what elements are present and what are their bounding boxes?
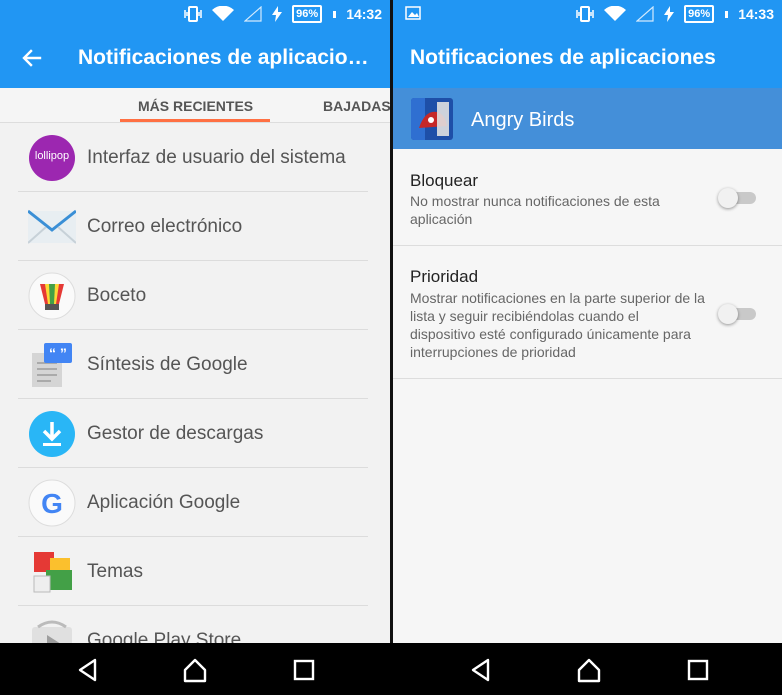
back-nav-button[interactable] <box>75 657 101 683</box>
app-bar: Notificaciones de aplicaciones <box>393 28 782 88</box>
page-title: Notificaciones de aplicaciones <box>410 46 716 69</box>
themes-icon <box>28 548 76 596</box>
setting-title: Prioridad <box>410 267 479 286</box>
triangle-back-icon <box>471 658 490 682</box>
list-item[interactable]: lollipop Interfaz de usuario del sistema <box>0 123 390 192</box>
battery-level: 96% <box>296 8 319 20</box>
google-icon-text: G <box>41 488 63 519</box>
image-notification-icon <box>405 6 421 20</box>
status-bar: 96% 14:33 <box>393 0 782 28</box>
google-icon: G <box>28 479 76 527</box>
app-name: Gestor de descargas <box>87 423 264 444</box>
list-item[interactable]: Google Play Store <box>0 606 390 643</box>
vibrate-icon <box>576 6 594 22</box>
app-list: lollipop Interfaz de usuario del sistema… <box>0 123 390 643</box>
list-item[interactable]: “ ” Síntesis de Google <box>0 330 390 399</box>
app-name: Aplicación Google <box>87 492 241 513</box>
list-item[interactable]: Correo electrónico <box>0 192 390 261</box>
recents-nav-button[interactable] <box>685 657 711 683</box>
battery-indicator: 96% <box>684 5 715 23</box>
back-button[interactable] <box>20 46 44 70</box>
vibrate-icon <box>184 6 202 22</box>
page-title: Notificaciones de aplicacio… <box>78 46 369 69</box>
tab-recent[interactable]: MÁS RECIENTES <box>138 98 253 114</box>
toggle-thumb <box>718 304 738 324</box>
toggle-thumb <box>718 188 738 208</box>
recents-icon <box>687 659 709 681</box>
quote-doc-icon: “ ” <box>28 341 76 389</box>
battery-icon <box>333 10 337 18</box>
status-time: 14:32 <box>346 6 382 22</box>
battery-indicator: 96% <box>292 5 323 23</box>
signal-icon <box>244 6 262 22</box>
app-name: Síntesis de Google <box>87 354 248 375</box>
battery-icon <box>725 10 729 18</box>
setting-description: Mostrar notificaciones en la parte super… <box>410 290 705 360</box>
angry-birds-icon <box>411 98 453 140</box>
signal-icon <box>636 6 654 22</box>
play-store-icon <box>28 617 76 643</box>
sketch-icon <box>28 272 76 320</box>
lollipop-icon-text: lollipop <box>34 150 70 162</box>
home-icon <box>183 658 207 683</box>
app-name: Temas <box>87 561 143 582</box>
home-icon <box>577 658 601 683</box>
app-header: Angry Birds <box>393 88 782 149</box>
setting-title: Bloquear <box>410 171 479 190</box>
app-name: Correo electrónico <box>87 216 243 237</box>
list-item[interactable]: G Aplicación Google <box>0 468 390 537</box>
app-bar: Notificaciones de aplicacio… <box>0 28 390 88</box>
app-name: Google Play Store <box>87 630 242 643</box>
app-name: Interfaz de usuario del sistema <box>87 147 346 168</box>
download-icon <box>28 410 76 458</box>
charging-icon <box>664 6 675 22</box>
tab-indicator <box>120 119 270 122</box>
lollipop-icon: lollipop <box>28 134 76 182</box>
priority-setting[interactable]: Prioridad Mostrar notificaciones en la p… <box>393 246 782 379</box>
home-nav-button[interactable] <box>576 657 602 683</box>
tab-bar: MÁS RECIENTES BAJADAS <box>0 88 390 123</box>
block-toggle[interactable] <box>718 186 758 208</box>
triangle-back-icon <box>78 658 97 682</box>
right-screen: 96% 14:33 Notificaciones de aplicaciones… <box>393 0 782 643</box>
app-name: Angry Birds <box>471 109 575 131</box>
wifi-icon <box>212 6 235 22</box>
home-nav-button[interactable] <box>182 657 208 683</box>
left-screen: 96% 14:32 Notificaciones de aplicacio… M… <box>0 0 390 643</box>
status-bar: 96% 14:32 <box>0 0 390 28</box>
list-item[interactable]: Boceto <box>0 261 390 330</box>
tab-downloaded[interactable]: BAJADAS <box>323 98 390 114</box>
back-nav-button[interactable] <box>468 657 494 683</box>
list-item[interactable]: Temas <box>0 537 390 606</box>
setting-description: No mostrar nunca notificaciones de esta … <box>410 193 660 227</box>
wifi-icon <box>604 6 627 22</box>
arrow-back-icon <box>22 49 42 67</box>
status-time: 14:33 <box>738 6 774 22</box>
navigation-bar <box>0 643 782 695</box>
charging-icon <box>272 6 283 22</box>
email-icon <box>27 203 77 251</box>
battery-level: 96% <box>688 8 711 20</box>
quote-icon-text: “ ” <box>49 345 67 361</box>
priority-toggle[interactable] <box>718 302 758 324</box>
app-name: Boceto <box>87 285 147 306</box>
block-setting[interactable]: Bloquear No mostrar nunca notificaciones… <box>393 149 782 246</box>
list-item[interactable]: Gestor de descargas <box>0 399 390 468</box>
recents-icon <box>293 659 315 681</box>
recents-nav-button[interactable] <box>291 657 317 683</box>
